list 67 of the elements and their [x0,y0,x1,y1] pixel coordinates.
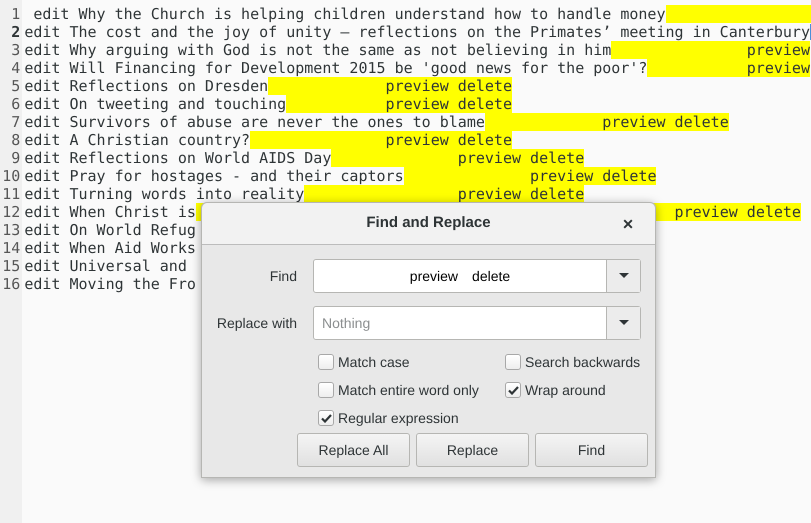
line-number: 7 [11,113,20,131]
line-number: 15 [2,257,20,275]
replace-label: Replace with [216,314,297,333]
line-number: 2 [11,23,20,41]
code-line: edit Universal and [24,257,187,275]
dropdown-arrow-icon [618,273,628,279]
line-number: 3 [11,41,20,59]
code-line: edit Moving the Fro [24,275,196,293]
search-match-highlight: preview delete [250,131,512,149]
code-line: edit Survivors of abuse are never the ones to blame [24,113,485,131]
checkbox[interactable] [505,354,521,370]
search-match-highlight: preview delete [331,149,584,167]
dropdown-button[interactable] [606,307,640,339]
code-line: edit On World Refug [24,221,196,239]
search-match-highlight: preview [647,59,810,77]
checkbox[interactable] [318,410,334,426]
line-number: 11 [2,185,20,203]
find-field[interactable]: preview delete [314,260,606,292]
search-match-highlight: preview delete [304,185,584,203]
line-number: 10 [2,167,20,185]
option-checkbox[interactable]: Search backwards [505,354,655,370]
code-line: edit The cost and the joy of unity — reflections on the Primates’ meeting in Canterbury [24,23,810,41]
line-number: 5 [11,77,20,95]
line-number: 4 [11,59,20,77]
line-number: 13 [2,221,20,239]
code-line: edit Turning words into reality [24,185,304,203]
line-number: 1 [11,5,20,23]
line-number: 9 [11,149,20,167]
line-number: 8 [11,131,20,149]
search-match-highlight: preview delete [286,95,512,113]
code-line: edit When Aid Works [24,239,196,257]
option-checkbox[interactable]: Match case [318,354,505,370]
code-line: edit Reflections on World AIDS Day [24,149,332,167]
line-number: 14 [2,239,20,257]
code-line: edit Reflections on Dresden [24,77,268,95]
code-line: edit When Christ is [24,203,196,221]
dialog-button[interactable]: Replace [416,433,529,467]
replace-combo[interactable]: Nothing [313,306,641,340]
replace-field[interactable]: Nothing [314,307,606,339]
option-checkbox[interactable]: Match entire word only [318,382,505,398]
line-number: 12 [2,203,20,221]
checkbox[interactable] [505,382,521,398]
search-match-highlight: preview delete [404,167,656,185]
checkmark-icon [508,386,518,394]
dropdown-button[interactable] [606,260,640,292]
checkmark-icon [320,414,332,422]
code-line: edit Why the Church is helping children understand how to handle money [32,5,666,23]
code-line: edit Will Financing for Development 2015 be 'good news for the poor'? [24,59,648,77]
search-match-highlight: preview delete [484,113,729,131]
checkbox[interactable] [318,354,334,370]
option-checkbox[interactable]: Regular expression [318,410,505,426]
code-line: edit On tweeting and touching [24,95,286,113]
find-label: Find [268,266,297,286]
dialog-button[interactable]: Find [535,433,648,467]
line-number: 16 [2,275,20,293]
option-checkbox[interactable]: Wrap around [505,382,655,398]
search-match-highlight: preview [611,41,810,59]
find-combo[interactable]: preview delete [313,259,641,293]
dropdown-arrow-icon [618,320,628,326]
search-match-highlight: preview delete [268,77,512,95]
line-number: 6 [11,95,20,113]
text-cursor [810,24,811,40]
dialog-button[interactable]: Replace All [297,433,410,467]
code-line: edit Pray for hostages - and their captors [24,167,404,185]
code-line: edit A Christian country? [24,131,250,149]
checkbox[interactable] [318,382,334,398]
code-line: edit Why arguing with God is not the same as not believing in him [24,41,612,59]
